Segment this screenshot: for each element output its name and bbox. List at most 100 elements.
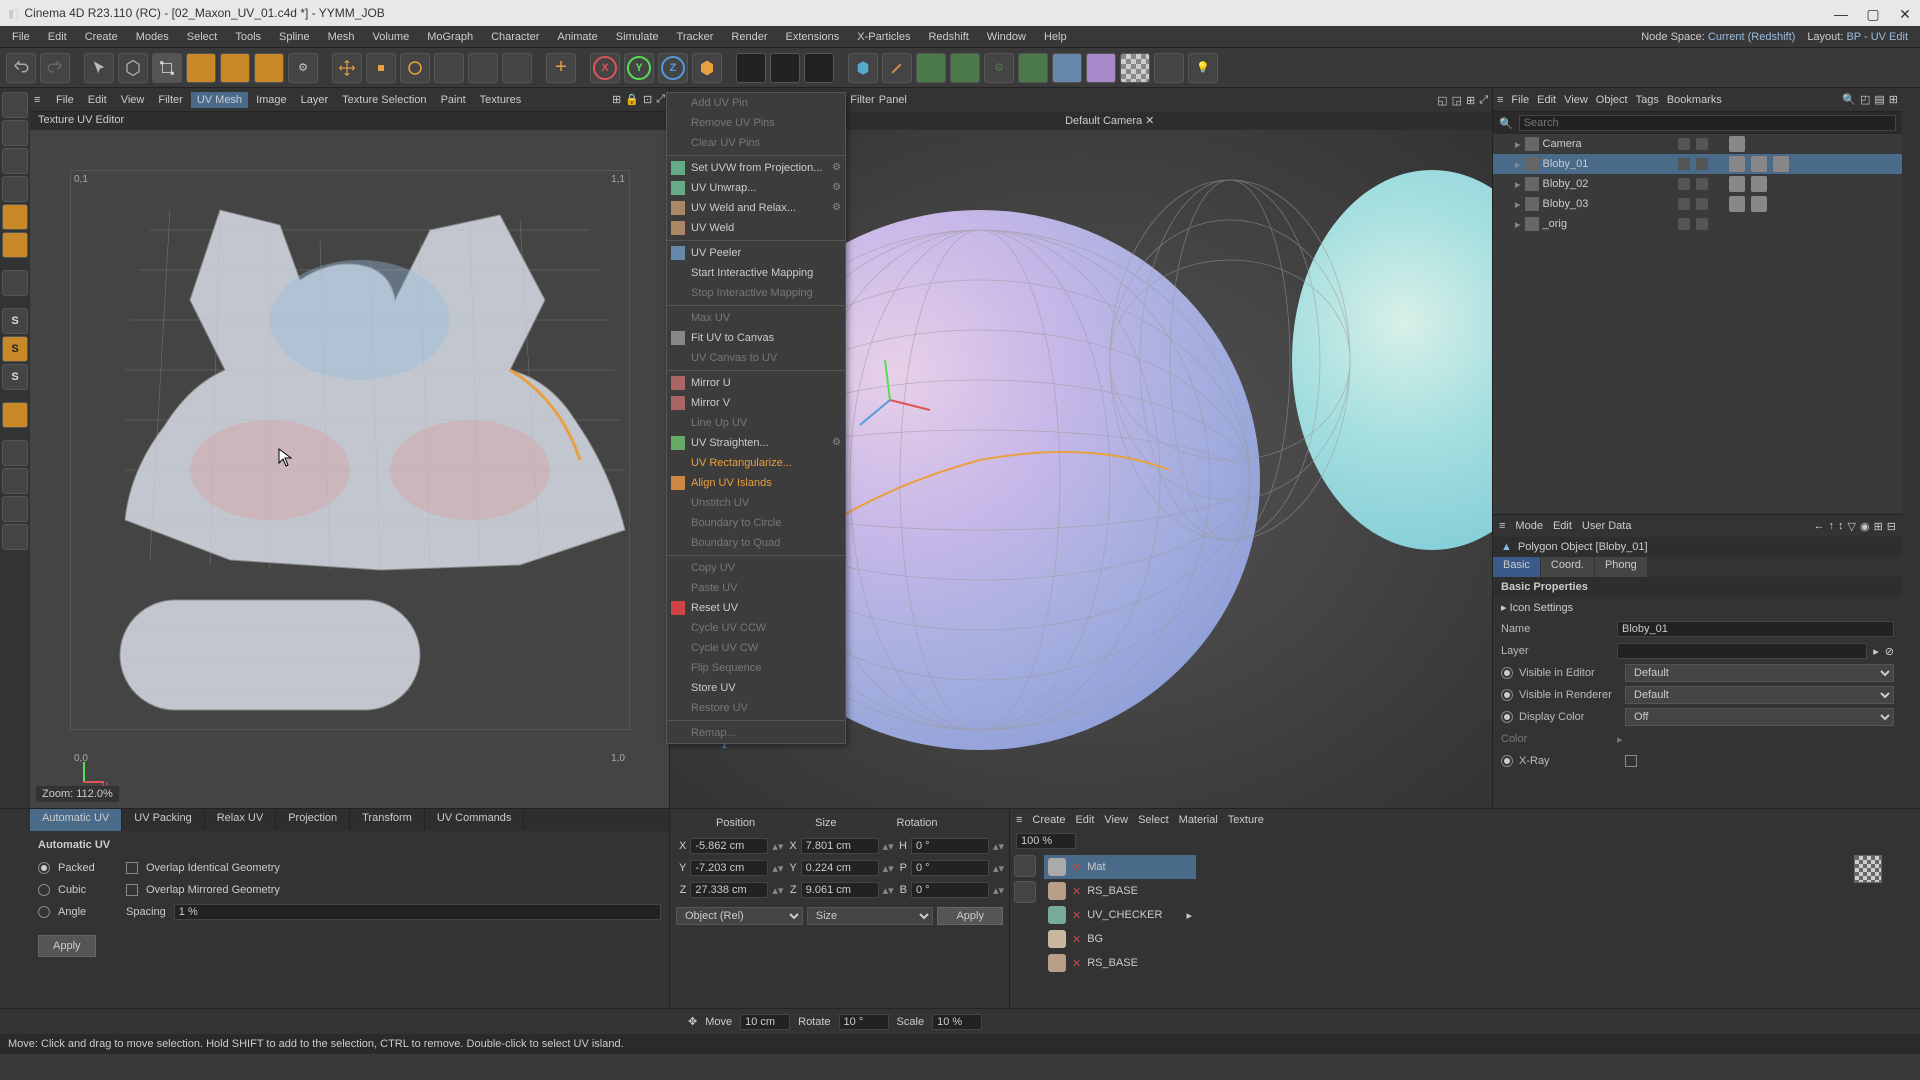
menu-edit[interactable]: Edit (40, 28, 75, 46)
material-list[interactable]: ✕Mat✕RS_BASE✕UV_CHECKER▸✕BG✕RS_BASE (1040, 851, 1200, 1008)
uvmenu-layer[interactable]: Layer (295, 92, 335, 108)
ltool-5[interactable] (2, 204, 28, 230)
attr-nav-up[interactable]: ↑ (1828, 520, 1834, 533)
vp-menu-filter[interactable]: Filter (850, 94, 874, 106)
ltool-4[interactable] (2, 176, 28, 202)
attr-menu-userdata[interactable]: User Data (1582, 520, 1632, 532)
cube-tool[interactable] (118, 53, 148, 83)
prim-cube[interactable] (848, 53, 878, 83)
axis-x-toggle[interactable]: X (590, 53, 620, 83)
ctx-uv-peeler[interactable]: UV Peeler (667, 243, 845, 263)
menu-window[interactable]: Window (979, 28, 1034, 46)
uvtab-uv-commands[interactable]: UV Commands (425, 809, 525, 831)
prim-pen[interactable] (882, 53, 912, 83)
attr-nav-a[interactable]: ↕ (1838, 520, 1844, 533)
maximize-button[interactable]: ▢ (1866, 6, 1880, 20)
attr-dc-select[interactable]: Off (1625, 708, 1894, 726)
vp-icon-d[interactable]: ⤢ (1479, 94, 1488, 107)
render-a[interactable] (736, 53, 766, 83)
mat-preview-swatch[interactable] (1854, 855, 1882, 883)
prim-gear[interactable]: ⚙ (984, 53, 1014, 83)
menu-render[interactable]: Render (723, 28, 775, 46)
object-tree[interactable]: ▸Camera▸Bloby_01▸Bloby_02▸Bloby_03▸_orig (1493, 134, 1902, 514)
uvtab-uv-packing[interactable]: UV Packing (122, 809, 204, 831)
attr-nav-e[interactable]: ⊟ (1887, 520, 1896, 533)
uv-mesh-context-menu[interactable]: Add UV PinRemove UV PinsClear UV PinsSet… (666, 92, 846, 744)
ctx-mirror-u[interactable]: Mirror U (667, 373, 845, 393)
om-search-input[interactable] (1519, 115, 1896, 131)
pos-z-input[interactable] (690, 882, 768, 898)
uvmenu-image[interactable]: Image (250, 92, 293, 108)
ltool-11[interactable] (2, 496, 28, 522)
spacing-input[interactable] (174, 904, 661, 920)
mat-menu-select[interactable]: Select (1138, 814, 1169, 826)
ltool-7[interactable] (2, 270, 28, 296)
prim-green2[interactable] (950, 53, 980, 83)
uvmenu-textures[interactable]: Textures (474, 92, 528, 108)
minimize-button[interactable]: — (1834, 6, 1848, 20)
axis-y-toggle[interactable]: Y (624, 53, 654, 83)
attr-vir-radio[interactable] (1501, 689, 1513, 701)
menu-character[interactable]: Character (483, 28, 547, 46)
move-tool[interactable] (332, 53, 362, 83)
layer-clear-icon[interactable]: ⊘ (1885, 645, 1894, 658)
uvmenu-file[interactable]: File (50, 92, 80, 108)
ltool-s2[interactable]: S (2, 336, 28, 362)
scale-tool[interactable] (366, 53, 396, 83)
menu-file[interactable]: File (4, 28, 38, 46)
mat-menu-material[interactable]: Material (1179, 814, 1218, 826)
om-icon-a[interactable]: ◰ (1860, 93, 1870, 106)
uvmenu-view[interactable]: View (115, 92, 151, 108)
packed-radio[interactable] (38, 862, 50, 874)
mat-view-b[interactable] (1014, 881, 1036, 903)
pos-x-input[interactable] (690, 838, 768, 854)
rotate-value-input[interactable] (839, 1014, 889, 1030)
menu-animate[interactable]: Animate (549, 28, 605, 46)
rotate-tool[interactable] (400, 53, 430, 83)
attr-dc-radio[interactable] (1501, 711, 1513, 723)
ltool-3[interactable] (2, 148, 28, 174)
attr-menu-edit[interactable]: Edit (1553, 520, 1572, 532)
vp-icon-a[interactable]: ◱ (1437, 94, 1447, 107)
tool-c[interactable] (254, 53, 284, 83)
obj-row-camera[interactable]: ▸Camera (1493, 134, 1902, 154)
tool-d[interactable] (434, 53, 464, 83)
uvmenu-texture-selection[interactable]: Texture Selection (336, 92, 432, 108)
attr-name-input[interactable] (1617, 621, 1894, 637)
render-c[interactable] (804, 53, 834, 83)
ctx-set-uvw-from-projection-[interactable]: Set UVW from Projection...⚙ (667, 158, 845, 178)
menu-extensions[interactable]: Extensions (777, 28, 847, 46)
obj-row-bloby_02[interactable]: ▸Bloby_02 (1493, 174, 1902, 194)
menu-mesh[interactable]: Mesh (320, 28, 363, 46)
material-mat[interactable]: ✕Mat (1044, 855, 1196, 879)
attr-vie-select[interactable]: Default (1625, 664, 1894, 682)
attr-nav-b[interactable]: ▽ (1847, 520, 1855, 533)
uvmenu-edit[interactable]: Edit (82, 92, 113, 108)
prim-misc[interactable] (1154, 53, 1184, 83)
coord-mode-select[interactable]: Object (Rel) (676, 907, 803, 925)
attr-tab-phong[interactable]: Phong (1595, 557, 1648, 577)
menu-redshift[interactable]: Redshift (920, 28, 976, 46)
scale-value-input[interactable] (932, 1014, 982, 1030)
menu-spline[interactable]: Spline (271, 28, 318, 46)
om-menu-tags[interactable]: Tags (1636, 94, 1659, 106)
material-rs_base[interactable]: ✕RS_BASE (1044, 951, 1196, 975)
material-rs_base[interactable]: ✕RS_BASE (1044, 879, 1196, 903)
axis-z-toggle[interactable]: Z (658, 53, 688, 83)
ctx-uv-unwrap-[interactable]: UV Unwrap...⚙ (667, 178, 845, 198)
pos-y-input[interactable] (690, 860, 768, 876)
menu-select[interactable]: Select (179, 28, 226, 46)
mat-zoom-input[interactable] (1016, 833, 1076, 849)
mat-menu-view[interactable]: View (1104, 814, 1128, 826)
attr-menu-mode[interactable]: Mode (1515, 520, 1543, 532)
ctx-fit-uv-to-canvas[interactable]: Fit UV to Canvas (667, 328, 845, 348)
coord-apply-button[interactable]: Apply (937, 907, 1003, 925)
uvmenu-paint[interactable]: Paint (435, 92, 472, 108)
ltool-s3[interactable]: S (2, 364, 28, 390)
undo-button[interactable] (6, 53, 36, 83)
ctx-store-uv[interactable]: Store UV (667, 678, 845, 698)
prim-snap[interactable] (1052, 53, 1082, 83)
vp-icon-b[interactable]: ◲ (1452, 94, 1462, 107)
tool-a[interactable] (186, 53, 216, 83)
mat-menu-texture[interactable]: Texture (1228, 814, 1264, 826)
